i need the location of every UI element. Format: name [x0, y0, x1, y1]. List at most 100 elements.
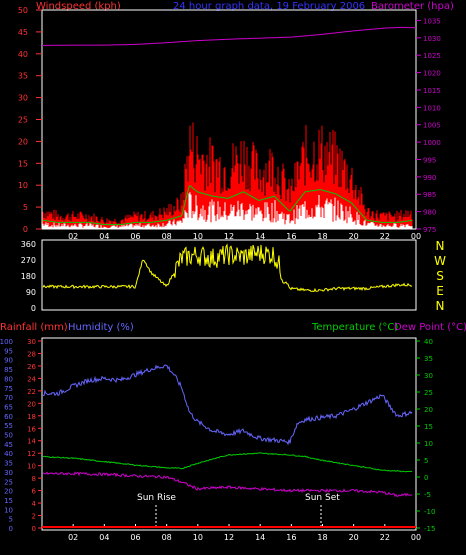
compass-label: S — [436, 269, 444, 283]
compass-label: W — [434, 254, 446, 268]
rain-tick-label: 75 — [4, 385, 13, 393]
baro-tick-label: 1010 — [423, 104, 441, 112]
wind-tick-label: 45 — [18, 28, 28, 37]
sunrise-label: Sun Rise — [137, 493, 176, 503]
humidity-line — [43, 364, 413, 446]
bottom-time-tick-label: 00 — [411, 533, 421, 542]
baro-tick-label: 990 — [423, 174, 436, 182]
time-tick-label: 18 — [317, 232, 327, 241]
humidity-tick-label: 14 — [27, 438, 36, 446]
rain-tick-label: 60 — [4, 413, 13, 421]
humidity-tick-label: 6 — [32, 488, 37, 496]
rain-tick-label: 30 — [4, 469, 13, 477]
temp-tick-label: 30 — [424, 372, 433, 380]
bottom-time-tick-label: 16 — [286, 533, 296, 542]
wind-tick-label: 0 — [23, 225, 28, 234]
wind-tick-label: 40 — [18, 50, 28, 59]
rain-tick-label: 15 — [4, 497, 13, 505]
time-tick-label: 20 — [349, 232, 359, 241]
bottom-time-tick-label: 20 — [349, 533, 359, 542]
compass-label: N — [436, 239, 445, 253]
temp-tick-label: 40 — [424, 338, 433, 346]
humidity-tick-label: 12 — [27, 450, 36, 458]
humidity-tick-label: 2 — [32, 513, 36, 521]
rain-tick-label: 0 — [9, 525, 13, 533]
baro-tick-label: 1005 — [423, 122, 441, 130]
compass-label: E — [436, 284, 444, 298]
temp-tick-label: 10 — [424, 440, 433, 448]
rain-tick-label: 25 — [4, 478, 13, 486]
bottom-time-tick-label: 22 — [380, 533, 390, 542]
direction-tick-label: 0 — [31, 304, 36, 313]
bottom-time-tick-label: 02 — [68, 533, 78, 542]
temp-tick-label: 5 — [424, 457, 428, 465]
humidity-label: Humidity (%) — [68, 322, 134, 333]
rain-tick-label: 85 — [4, 366, 13, 374]
direction-tick-label: 360 — [21, 240, 36, 249]
time-tick-label: 12 — [224, 232, 234, 241]
humidity-tick-label: 16 — [27, 425, 36, 433]
rain-tick-label: 90 — [4, 357, 13, 365]
wind-direction-line — [42, 243, 413, 293]
direction-tick-label: 90 — [26, 288, 36, 297]
barometer-line — [41, 26, 416, 46]
humidity-tick-label: 20 — [27, 400, 36, 408]
baro-tick-label: 985 — [423, 191, 436, 199]
rain-tick-label: 40 — [4, 450, 13, 458]
direction-tick-label: 270 — [21, 256, 36, 265]
rain-tick-label: 70 — [4, 394, 13, 402]
temp-tick-label: 35 — [424, 355, 433, 363]
time-tick-label: 00 — [411, 232, 421, 241]
humidity-tick-label: 0 — [32, 525, 36, 533]
weather-graph: Windspeed (kph) 24 hour graph data, 19 F… — [0, 0, 466, 555]
chart-marks: 0510152025303540455097598098599099510001… — [0, 6, 446, 542]
temperature-label: Temperature (°C) — [311, 322, 398, 333]
rain-tick-label: 55 — [4, 422, 13, 430]
rain-tick-label: 5 — [9, 516, 13, 524]
wind-tick-label: 30 — [18, 94, 28, 103]
bottom-time-tick-label: 08 — [162, 533, 172, 542]
rain-tick-label: 45 — [4, 441, 13, 449]
chart-canvas: Windspeed (kph) 24 hour graph data, 19 F… — [0, 1, 466, 542]
wind-tick-label: 10 — [18, 181, 28, 190]
wind-tick-label: 15 — [18, 159, 28, 168]
baro-tick-label: 1025 — [423, 52, 441, 60]
humidity-tick-label: 4 — [32, 500, 37, 508]
temp-tick-label: 15 — [424, 423, 433, 431]
time-tick-label: 08 — [162, 232, 172, 241]
temp-tick-label: 20 — [424, 406, 433, 414]
rain-tick-label: 10 — [4, 506, 13, 514]
humidity-tick-label: 10 — [27, 463, 36, 471]
wind-tick-label: 50 — [18, 6, 28, 15]
humidity-tick-label: 28 — [27, 350, 36, 358]
temperature-line — [42, 452, 413, 473]
baro-tick-label: 1030 — [423, 35, 441, 43]
direction-tick-label: 180 — [21, 272, 36, 281]
time-tick-label: 06 — [130, 232, 140, 241]
wind-tick-label: 25 — [18, 116, 28, 125]
humidity-tick-label: 8 — [32, 475, 36, 483]
time-tick-label: 02 — [68, 232, 78, 241]
temp-tick-label: 25 — [424, 389, 433, 397]
temp-tick-label: 0 — [424, 474, 428, 482]
baro-tick-label: 1035 — [423, 17, 441, 25]
bottom-time-tick-label: 10 — [193, 533, 203, 542]
rain-tick-label: 20 — [4, 488, 13, 496]
temp-tick-label: -15 — [424, 525, 435, 533]
baro-tick-label: 1015 — [423, 87, 441, 95]
bottom-time-tick-label: 04 — [99, 533, 109, 542]
humidity-tick-label: 18 — [27, 413, 36, 421]
direction-panel-frame — [41, 239, 417, 311]
rain-tick-label: 65 — [4, 403, 13, 411]
time-tick-label: 16 — [286, 232, 296, 241]
temp-tick-label: -5 — [424, 491, 431, 499]
rain-tick-label: 35 — [4, 460, 13, 468]
baro-tick-label: 1020 — [423, 70, 441, 78]
bottom-time-tick-label: 18 — [317, 533, 327, 542]
humidity-tick-label: 26 — [27, 363, 36, 371]
bottom-time-tick-label: 14 — [255, 533, 265, 542]
baro-tick-label: 995 — [423, 156, 436, 164]
rain-tick-label: 100 — [0, 338, 13, 346]
dewpoint-label: Dew Point (°C) — [394, 322, 466, 333]
rain-tick-label: 95 — [4, 347, 13, 355]
